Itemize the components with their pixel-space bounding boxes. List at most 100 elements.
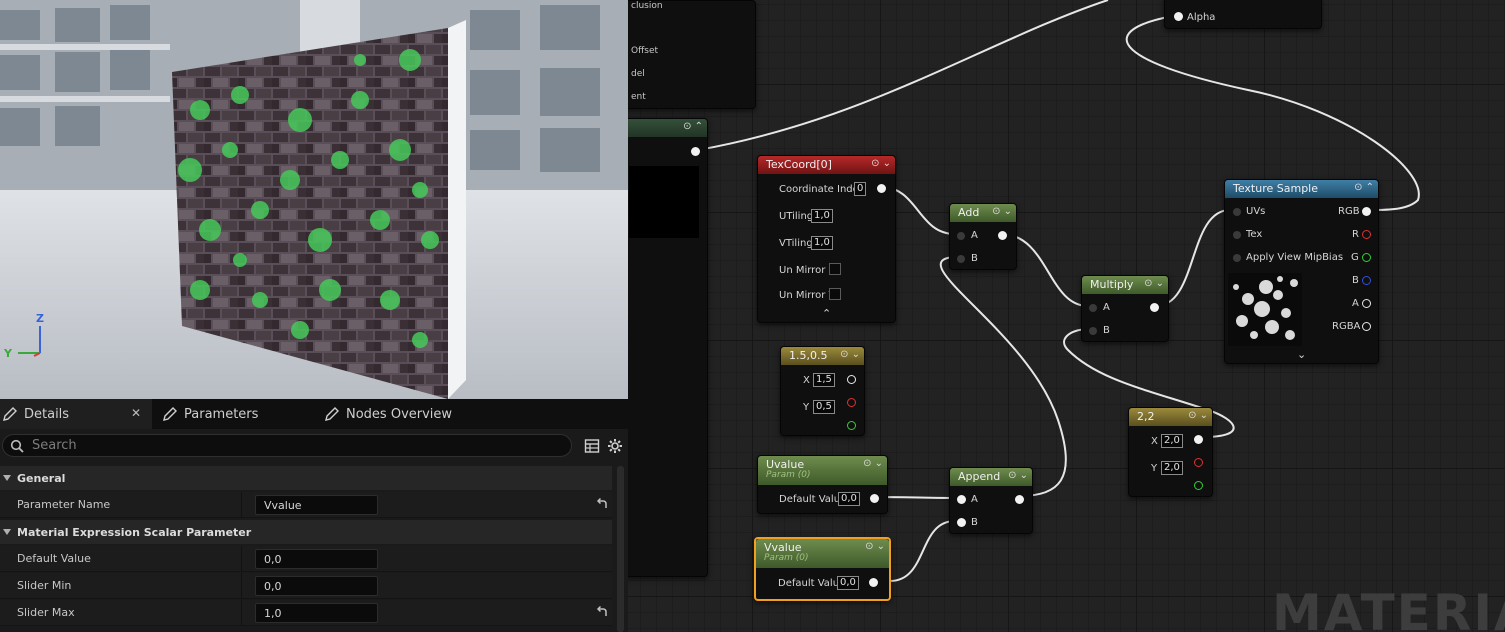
default-value-field[interactable]: 0,0 bbox=[255, 549, 378, 569]
node-options-icon[interactable]: ⊙ ⌄ bbox=[992, 206, 1012, 217]
output-pin-g[interactable] bbox=[1362, 253, 1371, 262]
expand-chevron-icon[interactable]: ⌄ bbox=[1297, 348, 1306, 361]
x-field[interactable]: 1,5 bbox=[813, 373, 835, 387]
texture-sample-node[interactable]: Texture Sample ⊙ ⌃ UVs RGB Tex R Apply Vi… bbox=[1224, 179, 1379, 364]
node-options-icon[interactable]: ⊙ ⌄ bbox=[1188, 410, 1208, 421]
column-divider[interactable] bbox=[241, 492, 242, 518]
y-field[interactable]: 2,0 bbox=[1161, 461, 1183, 475]
vtiling-field[interactable]: 1,0 bbox=[811, 236, 833, 250]
node-options-icon[interactable]: ⊙ ⌄ bbox=[1144, 278, 1164, 289]
output-pin[interactable] bbox=[1150, 303, 1159, 312]
output-pin-z[interactable] bbox=[847, 421, 856, 430]
node-header[interactable]: Texture Sample ⊙ ⌃ bbox=[1225, 180, 1378, 198]
uvalue-param-node[interactable]: Uvalue ⊙ ⌄ Param (0) Default Value 0,0 bbox=[757, 455, 888, 514]
input-pin-a[interactable] bbox=[957, 232, 965, 240]
output-pin-x[interactable] bbox=[847, 375, 856, 384]
node-header[interactable]: TexCoord[0] ⊙ ⌄ bbox=[758, 156, 895, 174]
column-divider[interactable] bbox=[241, 573, 242, 599]
output-pin[interactable] bbox=[1015, 495, 1024, 504]
table-view-icon[interactable] bbox=[584, 438, 600, 454]
default-value-field[interactable]: 0,0 bbox=[837, 576, 859, 590]
vvalue-param-node[interactable]: Vvalue ⊙ ⌄ Param (0) Default Value 0,0 bbox=[754, 537, 891, 601]
default-value-field[interactable]: 0,0 bbox=[838, 492, 860, 506]
slider-max-field[interactable]: 1,0 bbox=[255, 603, 378, 623]
gear-icon[interactable] bbox=[607, 438, 623, 454]
output-pin-b[interactable] bbox=[1362, 276, 1371, 285]
unmirror-v-checkbox[interactable] bbox=[829, 288, 841, 300]
texcoord-node[interactable]: TexCoord[0] ⊙ ⌄ Coordinate Index 0 UTilin… bbox=[757, 155, 896, 323]
reset-arrow-icon[interactable] bbox=[595, 497, 609, 511]
node-title: 2,2 bbox=[1137, 410, 1155, 423]
node-options-icon[interactable]: ⊙ ⌄ bbox=[863, 458, 883, 469]
collapse-chevron-icon[interactable]: ⌃ bbox=[822, 307, 831, 320]
node-header[interactable]: 2,2 ⊙ ⌄ bbox=[1129, 408, 1212, 426]
add-node[interactable]: Add ⊙ ⌄ A B bbox=[949, 203, 1017, 270]
output-pin-y[interactable] bbox=[1194, 458, 1203, 467]
y-field[interactable]: 0,5 bbox=[813, 400, 835, 414]
node-header[interactable]: Uvalue ⊙ ⌄ Param (0) bbox=[758, 456, 887, 485]
column-divider[interactable] bbox=[241, 546, 242, 572]
tab-details[interactable]: Details bbox=[0, 399, 152, 429]
output-pin[interactable] bbox=[998, 231, 1007, 240]
utiling-field[interactable]: 1,0 bbox=[811, 209, 833, 223]
output-pin-rgb[interactable] bbox=[1362, 207, 1371, 216]
output-pin-r[interactable] bbox=[1362, 230, 1371, 239]
input-pin-tex[interactable] bbox=[1233, 231, 1241, 239]
output-pin-y[interactable] bbox=[847, 398, 856, 407]
node-header[interactable]: 1.5,0.5 ⊙ ⌄ bbox=[781, 347, 864, 365]
node-options-icon[interactable]: ⊙ ⌄ bbox=[871, 158, 891, 169]
coordinate-index-field[interactable]: 0 bbox=[854, 182, 867, 196]
output-pin-x[interactable] bbox=[1194, 435, 1203, 444]
input-pin-a[interactable] bbox=[1089, 304, 1097, 312]
node-options-icon[interactable]: ⊙ ⌄ bbox=[865, 541, 885, 552]
output-pin[interactable] bbox=[691, 147, 700, 156]
parameter-name-field[interactable]: Vvalue bbox=[255, 495, 378, 515]
input-pin-b[interactable] bbox=[957, 518, 966, 527]
main-material-node[interactable]: clusion Offset del ent bbox=[628, 0, 756, 109]
pin-a-label: A bbox=[1103, 302, 1110, 313]
node-options-icon[interactable]: ⊙ ⌄ bbox=[840, 349, 860, 360]
preview-node[interactable]: ⊙ ⌃ bbox=[628, 118, 708, 577]
output-pin-rgba[interactable] bbox=[1362, 322, 1371, 331]
search-input[interactable] bbox=[32, 438, 532, 453]
input-pin-b[interactable] bbox=[957, 255, 965, 263]
x-field[interactable]: 2,0 bbox=[1161, 434, 1183, 448]
input-pin-uvs[interactable] bbox=[1233, 208, 1241, 216]
output-pin[interactable] bbox=[877, 184, 886, 193]
details-search[interactable] bbox=[2, 434, 572, 457]
node-header[interactable]: ⊙ ⌃ bbox=[628, 119, 707, 137]
input-pin-mipbias[interactable] bbox=[1233, 254, 1241, 262]
result-node[interactable]: Alpha bbox=[1164, 0, 1322, 29]
column-divider[interactable] bbox=[241, 600, 242, 626]
alpha-pin[interactable] bbox=[1174, 12, 1183, 21]
material-graph[interactable]: MATERIA clusion Offset del ent bbox=[628, 0, 1505, 632]
output-pin-a[interactable] bbox=[1362, 299, 1371, 308]
unmirror-u-checkbox[interactable] bbox=[829, 263, 841, 275]
input-pin-b[interactable] bbox=[1089, 327, 1097, 335]
append-node[interactable]: Append ⊙ ⌄ A B bbox=[949, 467, 1033, 534]
node-header[interactable]: Multiply ⊙ ⌄ bbox=[1082, 276, 1168, 294]
preview-viewport[interactable]: Z Y bbox=[0, 0, 628, 399]
node-header[interactable]: Append ⊙ ⌄ bbox=[950, 468, 1032, 486]
node-options-icon[interactable]: ⊙ ⌃ bbox=[683, 121, 703, 132]
node-options-icon[interactable]: ⊙ ⌃ bbox=[1354, 182, 1374, 193]
multiply-node[interactable]: Multiply ⊙ ⌄ A B bbox=[1081, 275, 1169, 342]
category-scalar-parameter[interactable]: Material Expression Scalar Parameter bbox=[0, 520, 612, 544]
constant-2-2-node[interactable]: 2,2 ⊙ ⌄ X 2,0 Y 2,0 bbox=[1128, 407, 1213, 497]
default-value-label: Default Value bbox=[778, 578, 846, 589]
tab-nodes-overview[interactable]: Nodes Overview bbox=[322, 399, 482, 429]
node-header[interactable]: Vvalue ⊙ ⌄ Param (0) bbox=[756, 539, 889, 568]
node-header[interactable]: Add ⊙ ⌄ bbox=[950, 204, 1016, 222]
close-icon[interactable]: ✕ bbox=[131, 406, 141, 420]
slider-min-field[interactable]: 0,0 bbox=[255, 576, 378, 596]
reset-arrow-icon[interactable] bbox=[595, 605, 609, 619]
node-options-icon[interactable]: ⊙ ⌄ bbox=[1008, 470, 1028, 481]
details-scrollbar[interactable] bbox=[617, 466, 624, 632]
output-pin[interactable] bbox=[870, 494, 879, 503]
tab-parameters[interactable]: Parameters bbox=[160, 399, 310, 429]
category-general[interactable]: General bbox=[0, 466, 612, 490]
output-pin[interactable] bbox=[869, 578, 878, 587]
output-pin-z[interactable] bbox=[1194, 481, 1203, 490]
input-pin-a[interactable] bbox=[957, 495, 966, 504]
constant-1-5-node[interactable]: 1.5,0.5 ⊙ ⌄ X 1,5 Y 0,5 bbox=[780, 346, 865, 436]
